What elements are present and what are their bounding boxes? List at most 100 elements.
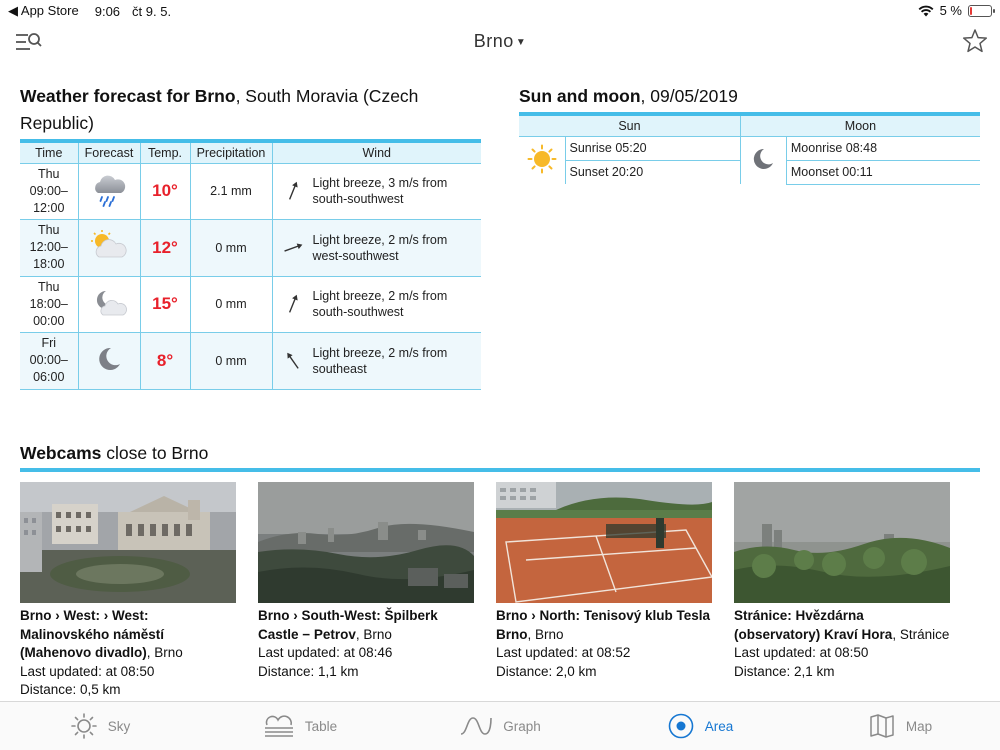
wind-cell: Light breeze, 2 m/s from southeast	[271, 332, 481, 390]
webcam-updated: Last updated: at 08:50	[20, 663, 155, 679]
webcam-title[interactable]: Stránice: Hvězdárna (observatory) Kraví …	[734, 607, 950, 644]
forecast-row[interactable]: Fri 00:00– 06:00 8° 0 mm Light breeze, 2 m…	[20, 332, 481, 390]
webcam-card[interactable]: Brno › South-West: Špilberk Castle − Pet…	[258, 482, 474, 700]
wind-text: Light breeze, 2 m/s from southeast	[312, 345, 448, 376]
battery-icon	[968, 4, 995, 17]
forecast-cell	[77, 332, 140, 390]
webcam-place: , Brno	[355, 626, 392, 642]
wind-arrow-icon	[283, 243, 302, 252]
tab-graph[interactable]: Graph	[400, 702, 600, 750]
wind-text: Light breeze, 3 m/s from south-southwest	[312, 176, 448, 207]
webcam-name: Brno › West: › West: Malinovského náměst…	[20, 608, 165, 660]
precipitation-cell: 2.1 mm	[189, 163, 272, 220]
temp-cell: 8°	[139, 332, 190, 390]
partly-cloudy-night-icon	[96, 290, 127, 316]
precipitation-cell: 0 mm	[189, 276, 272, 333]
fog-table-icon	[264, 715, 293, 737]
status-left: ◀ App Store 9:06 čt 9. 5.	[8, 3, 171, 19]
webcam-card[interactable]: Brno › West: › West: Malinovského náměst…	[20, 482, 236, 700]
moon-header: Moon	[739, 114, 980, 137]
webcam-place: , Brno	[527, 626, 564, 642]
temp-cell: 15°	[139, 276, 190, 333]
tab-area[interactable]: Area	[600, 702, 800, 750]
header-time: Time	[20, 141, 78, 164]
tab-label: Sky	[107, 718, 131, 734]
location-title-button[interactable]: Brno ▼	[0, 31, 1000, 52]
moon-icon	[99, 348, 120, 371]
precipitation-cell: 0 mm	[189, 219, 272, 277]
tab-table[interactable]: Table	[200, 702, 400, 750]
forecast-title: Weather forecast for Brno, South Moravia…	[20, 83, 481, 139]
webcam-distance: Distance: 0,5 km	[20, 682, 121, 697]
sunrise-cell: Sunrise 05:20	[564, 136, 741, 161]
time-from: 18:00–	[29, 296, 68, 311]
sun-moon-section: Sun and moon, 09/05/2019 Sun Moon Sunris…	[519, 83, 980, 185]
forecast-cell	[77, 163, 140, 220]
webcams-section: Webcams close to Brno Brno › West: › Wes…	[20, 440, 980, 700]
time-cell: Fri 00:00– 06:00	[20, 332, 78, 390]
header-forecast: Forecast	[77, 141, 140, 164]
webcam-image-city[interactable]	[258, 482, 474, 603]
webcam-place: , Brno	[146, 645, 183, 660]
moonset-cell: Moonset 00:11	[785, 160, 980, 185]
webcam-card[interactable]: Brno › North: Tenisový klub Tesla Brno, …	[496, 482, 712, 700]
time-to: 18:00	[33, 257, 65, 272]
sun-moon-date: , 09/05/2019	[640, 86, 738, 106]
webcams-title: Webcams close to Brno	[20, 440, 980, 468]
partly-cloudy-day-icon	[91, 230, 127, 258]
time-from: 12:00–	[29, 240, 68, 255]
tab-map[interactable]: Map	[800, 702, 1000, 750]
time-cell: Thu 09:00– 12:00	[20, 163, 78, 220]
webcam-distance: Distance: 2,1 km	[734, 663, 835, 679]
star-icon	[962, 29, 988, 53]
day-label: Thu	[37, 279, 60, 294]
day-label: Fri	[41, 336, 57, 351]
day-label: Thu	[37, 166, 60, 181]
sun-icon	[70, 713, 97, 739]
time-from: 09:00–	[29, 183, 68, 198]
sun-icon	[527, 144, 557, 174]
forecast-section: Weather forecast for Brno, South Moravia…	[20, 83, 481, 390]
day-label: Thu	[37, 223, 60, 238]
wind-arrow-icon	[286, 352, 299, 369]
favorite-button[interactable]	[962, 28, 988, 54]
webcam-distance: Distance: 1,1 km	[258, 663, 359, 679]
webcams-divider	[20, 468, 980, 472]
wind-text: Light breeze, 2 m/s from west-southwest	[312, 232, 448, 263]
time-to: 06:00	[33, 370, 65, 385]
webcam-title[interactable]: Brno › South-West: Špilberk Castle − Pet…	[258, 607, 474, 644]
back-to-app-button[interactable]: ◀ App Store	[8, 3, 79, 19]
wind-cell: Light breeze, 2 m/s from west-southwest	[271, 219, 481, 277]
webcam-card[interactable]: Stránice: Hvězdárna (observatory) Kraví …	[734, 482, 950, 700]
time-to: 12:00	[33, 200, 65, 215]
back-app-label: App Store	[20, 3, 79, 18]
webcam-image-theatre[interactable]	[20, 482, 236, 603]
tab-sky[interactable]: Sky	[0, 702, 200, 750]
sunset-cell: Sunset 20:20	[564, 160, 741, 184]
webcam-title[interactable]: Brno › West: › West: Malinovského náměst…	[20, 607, 236, 663]
webcam-title[interactable]: Brno › North: Tenisový klub Tesla Brno, …	[496, 607, 712, 644]
wind-cell: Light breeze, 3 m/s from south-southwest	[271, 163, 481, 220]
forecast-header-row: Time Forecast Temp. Precipitation Wind	[20, 141, 481, 164]
webcam-image-hill[interactable]	[734, 482, 950, 603]
webcam-updated: Last updated: at 08:52	[496, 645, 631, 660]
status-date: čt 9. 5.	[132, 3, 172, 19]
temp-cell: 10°	[139, 163, 190, 220]
sun-moon-title: Sun and moon, 09/05/2019	[519, 83, 980, 112]
forecast-row[interactable]: Thu 12:00– 18:00 12° 0 mm Light breeze, 2 …	[20, 219, 481, 277]
forecast-row[interactable]: Thu 09:00– 12:00 10° 2.1 mm Light breeze…	[20, 163, 481, 220]
webcam-place: , Stránice	[892, 626, 950, 642]
chevron-down-icon: ▼	[515, 36, 527, 48]
webcams-title-rest: close to Brno	[101, 443, 209, 463]
webcam-image-tennis[interactable]	[496, 482, 712, 603]
rain-cloud-icon	[95, 175, 126, 207]
tab-label: Graph	[503, 718, 541, 734]
temp-cell: 12°	[139, 219, 190, 277]
webcam-updated: Last updated: at 08:50	[734, 645, 869, 660]
status-time: 9:06	[94, 3, 121, 19]
status-bar: ◀ App Store 9:06 čt 9. 5. 5 %	[0, 0, 1000, 20]
header-precipitation: Precipitation	[189, 141, 272, 164]
time-cell: Thu 18:00– 00:00	[20, 276, 78, 333]
forecast-row[interactable]: Thu 18:00– 00:00 15° 0 mm Light breeze, 2 …	[20, 276, 481, 333]
time-to: 00:00	[33, 313, 65, 328]
